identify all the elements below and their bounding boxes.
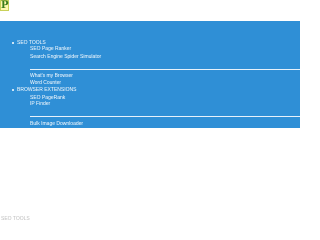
menu-category-browser-extensions[interactable]: BROWSER EXTENSIONS [12,87,76,93]
logo-letter: P [1,0,9,11]
menu-item-word-counter[interactable]: Word Counter [30,80,61,86]
top-bar: P [0,0,300,21]
category-label: BROWSER EXTENSIONS [17,87,77,93]
bullet-icon [12,88,14,91]
site-logo[interactable]: P [0,0,9,11]
menu-item-whats-my-browser[interactable]: What's my Browser [30,73,73,79]
menu-item-bulk-image-downloader[interactable]: Bulk Image Downloader [30,121,83,127]
menu-item-seo-page-ranker[interactable]: SEO Page Ranker [30,46,71,52]
menu-separator [30,116,300,117]
footer-text: SEO TOOLS [1,216,30,222]
bullet-icon [12,41,14,44]
menu-separator [30,69,300,70]
dropdown-menu: SEO TOOLS SEO Page Ranker Search Engine … [0,21,300,128]
menu-item-search-engine-spider-simulator[interactable]: Search Engine Spider Simulator [30,54,101,60]
menu-item-ip-finder[interactable]: IP Finder [30,101,50,107]
